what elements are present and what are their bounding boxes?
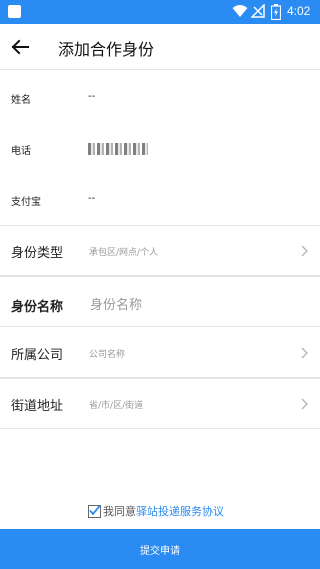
company-label: 所属公司 [11, 348, 64, 363]
agreement-prefix: 我同意 [103, 505, 136, 518]
app-bar: 添加合作身份 [0, 24, 320, 70]
arrow-left-icon [11, 39, 29, 55]
street-address-hint: 省/市/区/街道 [89, 401, 144, 411]
agreement: 我同意 驿站投递服务协议 [88, 503, 224, 519]
chevron-right-icon [301, 245, 308, 257]
phone-label: 电话 [11, 146, 31, 157]
divider [0, 377, 320, 379]
back-button[interactable] [6, 33, 34, 61]
wifi-icon [232, 5, 248, 17]
identity-type-label: 身份类型 [11, 246, 64, 261]
page-title: 添加合作身份 [58, 40, 155, 59]
status-bar: 4:02 [0, 0, 320, 24]
street-address-label: 街道地址 [11, 399, 64, 414]
identity-name-label: 身份名称 [11, 300, 64, 315]
divider [0, 326, 320, 327]
name-value: -- [88, 91, 96, 102]
name-label: 姓名 [11, 95, 31, 106]
alipay-label: 支付宝 [11, 197, 41, 208]
agreement-checkbox[interactable] [88, 504, 101, 518]
submit-button[interactable]: 提交申请 [0, 529, 320, 569]
notification-square-icon [8, 5, 21, 18]
divider [0, 428, 320, 429]
alipay-value: -- [88, 193, 96, 204]
battery-charging-icon [271, 4, 281, 20]
identity-type-hint: 承包区/网点/个人 [89, 248, 159, 258]
divider [0, 225, 320, 226]
company-hint: 公司名称 [89, 350, 126, 360]
chevron-right-icon [301, 398, 308, 410]
agreement-link[interactable]: 驿站投递服务协议 [136, 503, 224, 519]
chevron-right-icon [301, 347, 308, 359]
status-time: 4:02 [287, 4, 311, 18]
divider [0, 275, 320, 277]
identity-name-input[interactable] [90, 295, 290, 315]
phone-value-masked [88, 143, 148, 155]
no-signal-icon [251, 4, 265, 18]
checkmark-icon [89, 504, 101, 515]
